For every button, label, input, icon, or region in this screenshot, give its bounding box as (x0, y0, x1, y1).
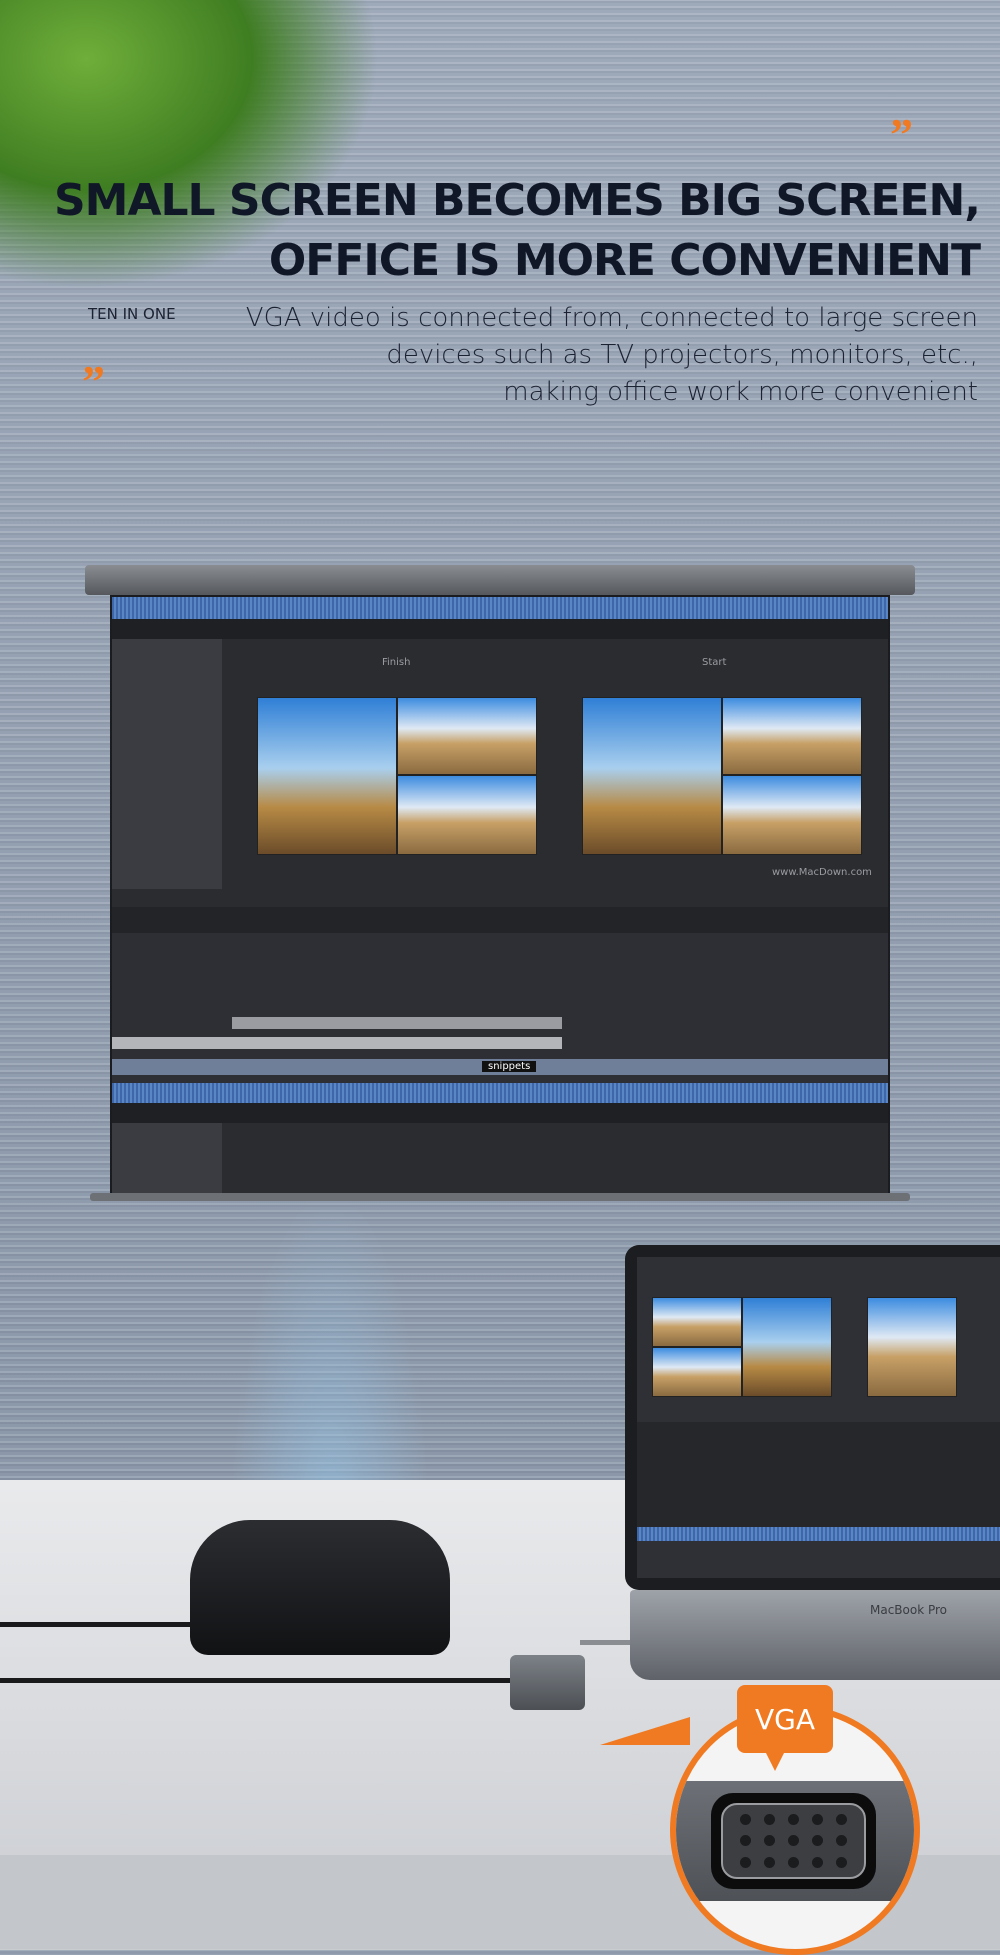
description: VGA video is connected from, connected t… (246, 300, 978, 411)
usb-c-hub (510, 1655, 585, 1710)
callout-pointer (600, 1717, 690, 1745)
app-toolbar (112, 619, 888, 639)
audio-waveform (112, 1083, 888, 1103)
description-line-3: making office work more convenient (503, 377, 978, 407)
vga-pin (787, 1856, 799, 1868)
audio-waveform (637, 1527, 1000, 1541)
photo-church-2 (722, 775, 862, 855)
vga-pin (812, 1835, 824, 1847)
audio-waveform (112, 597, 888, 619)
photo-statue-2 (582, 697, 722, 855)
app-toolbar (112, 1103, 888, 1123)
projector-beam (230, 1190, 430, 1530)
screen-bottom-bar (90, 1193, 910, 1201)
vga-pin (812, 1814, 824, 1826)
photo-church (397, 775, 537, 855)
description-line-1: VGA video is connected from, connected t… (245, 303, 978, 333)
timeline (637, 1422, 1000, 1532)
vga-port (711, 1793, 876, 1889)
start-label: Start (702, 657, 727, 668)
vga-badge: VGA (737, 1685, 833, 1771)
inspector-panel (112, 639, 222, 889)
vga-pins (721, 1803, 866, 1879)
finish-label: Finish (382, 657, 411, 668)
website-label: www.MacDown.com (772, 867, 872, 878)
timeline-toolbar (112, 907, 888, 933)
projector (190, 1520, 450, 1655)
vga-pin (787, 1835, 799, 1847)
vga-pin (836, 1814, 848, 1826)
vga-pin (836, 1835, 848, 1847)
quote-mark-open: ” (890, 109, 913, 160)
quote-mark-close: ” (82, 356, 105, 407)
inspector-panel (112, 1123, 222, 1193)
timeline-track (232, 1017, 562, 1029)
vga-pin (763, 1856, 775, 1868)
headline-line-2: OFFICE IS MORE CONVENIENT (268, 235, 981, 286)
projector-screen: Finish Start www.MacDown.com snippets (110, 595, 890, 1195)
vga-pin (739, 1856, 751, 1868)
photo-courtyard (652, 1297, 742, 1347)
photo-statue (257, 697, 397, 855)
vga-pin (739, 1814, 751, 1826)
vga-pin (812, 1856, 824, 1868)
photo-church (652, 1347, 742, 1397)
laptop-model-label: MacBook Pro (870, 1603, 948, 1617)
cable (0, 1622, 200, 1627)
projector-screen-case (85, 565, 915, 595)
vga-pin (763, 1835, 775, 1847)
timeline-track (112, 1037, 562, 1049)
laptop (625, 1245, 1000, 1590)
headline-line-1: SMALL SCREEN BECOMES BIG SCREEN, (53, 175, 981, 226)
photo-courtyard (397, 697, 537, 775)
photo-statue (742, 1297, 832, 1397)
description-line-2: devices such as TV projectors, monitors,… (386, 340, 978, 370)
vga-pin (787, 1814, 799, 1826)
vga-cable (0, 1678, 515, 1683)
snippets-label: snippets (482, 1061, 537, 1072)
vga-pin (763, 1814, 775, 1826)
photo-courtyard-2 (867, 1297, 957, 1397)
tag-label: TEN IN ONE (88, 305, 176, 323)
vga-pin (836, 1856, 848, 1868)
laptop-screen (637, 1257, 1000, 1578)
photo-courtyard-2 (722, 697, 862, 775)
vga-pin (739, 1835, 751, 1847)
